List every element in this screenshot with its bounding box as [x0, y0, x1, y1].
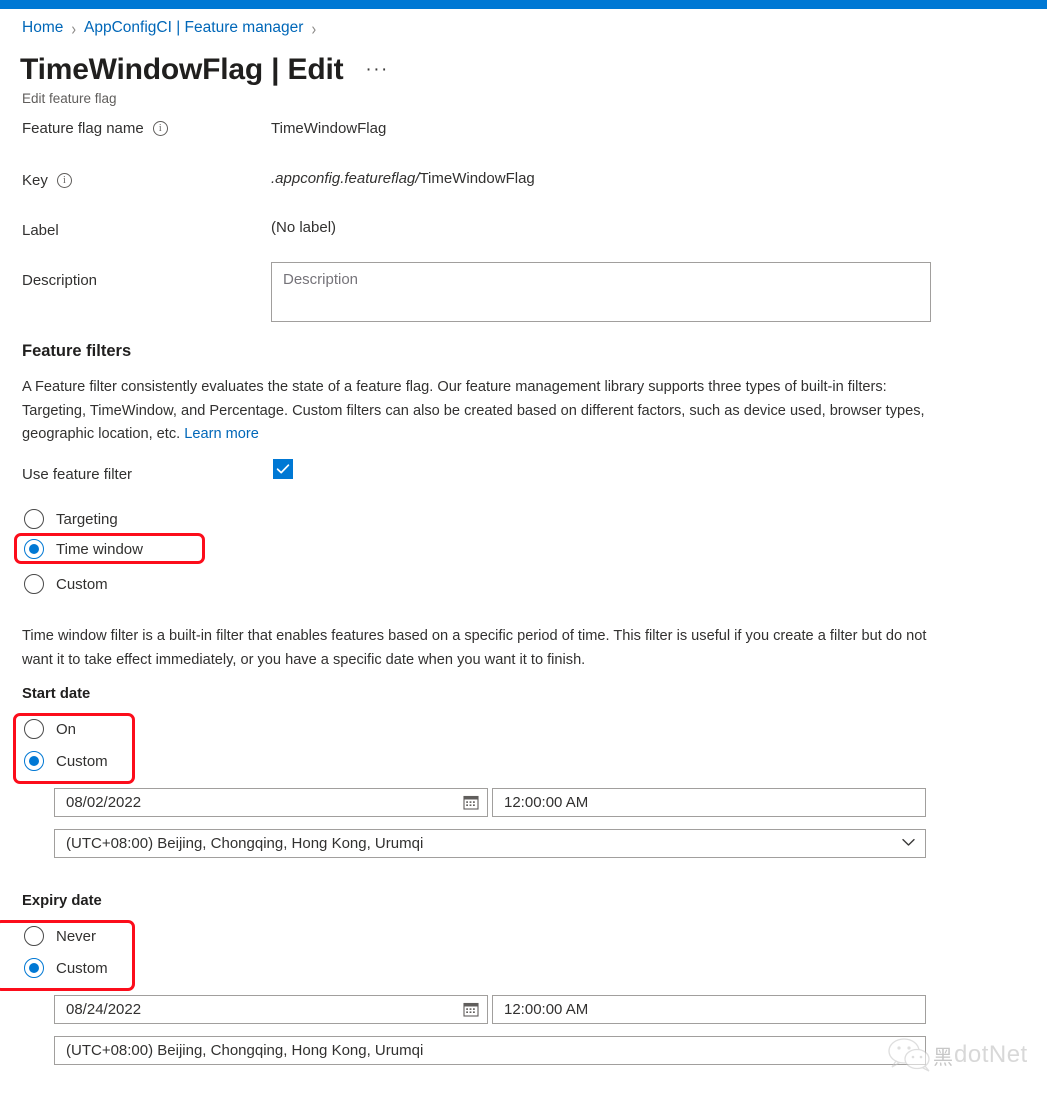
- feature-flag-name-label-text: Feature flag name: [22, 120, 144, 137]
- filter-option-custom-label: Custom: [56, 575, 108, 593]
- filter-option-custom[interactable]: Custom: [24, 571, 108, 597]
- description-label: Description: [22, 272, 97, 289]
- filter-option-targeting-label: Targeting: [56, 510, 118, 528]
- info-icon[interactable]: [152, 121, 168, 136]
- label-field-label-text: Label: [22, 222, 59, 239]
- breadcrumb: Home › AppConfigCI | Feature manager ›: [22, 18, 324, 38]
- feature-filters-heading: Feature filters: [22, 342, 132, 360]
- radio-icon-selected: [24, 958, 44, 978]
- description-input[interactable]: [271, 262, 931, 322]
- start-time-input[interactable]: [492, 788, 926, 817]
- more-options-button[interactable]: ···: [365, 60, 388, 79]
- calendar-icon[interactable]: [463, 794, 479, 810]
- radio-icon: [24, 509, 44, 529]
- start-date-input[interactable]: [54, 788, 488, 817]
- key-value-prefix: .appconfig.featureflag/: [271, 170, 420, 187]
- expiry-date-option-custom-label: Custom: [56, 959, 108, 977]
- start-date-option-custom-label: Custom: [56, 752, 108, 770]
- expiry-date-option-custom[interactable]: Custom: [24, 955, 108, 981]
- expiry-date-option-never[interactable]: Never: [24, 923, 96, 949]
- start-date-option-custom[interactable]: Custom: [24, 748, 108, 774]
- page-subtitle: Edit feature flag: [22, 91, 117, 106]
- key-value: .appconfig.featureflag/TimeWindowFlag: [271, 170, 535, 187]
- filter-option-targeting[interactable]: Targeting: [24, 506, 118, 532]
- start-date-option-on-label: On: [56, 720, 77, 738]
- key-label: Key: [22, 172, 72, 189]
- expiry-date-section-label: Expiry date: [22, 893, 102, 909]
- key-label-text: Key: [22, 172, 48, 189]
- learn-more-link[interactable]: Learn more: [184, 426, 259, 442]
- expiry-date-input[interactable]: [54, 995, 488, 1024]
- checkmark-icon: [276, 464, 290, 474]
- filter-option-time-window-label: Time window: [56, 540, 143, 558]
- radio-icon: [24, 926, 44, 946]
- filter-option-time-window[interactable]: Time window: [24, 536, 143, 562]
- expiry-time-input[interactable]: [492, 995, 926, 1024]
- label-field-label: Label: [22, 222, 59, 239]
- expiry-date-input-wrapper: [54, 995, 488, 1024]
- calendar-icon[interactable]: [463, 1001, 479, 1017]
- time-window-description: Time window filter is a built-in filter …: [22, 628, 927, 668]
- watermark-text: dotNet: [954, 1041, 1028, 1068]
- top-accent-bar: [0, 0, 1047, 9]
- start-date-section-label: Start date: [22, 686, 91, 702]
- watermark-cn-char: 黑: [933, 1046, 953, 1069]
- feature-filters-description: A Feature filter consistently evaluates …: [22, 376, 932, 447]
- description-label-text: Description: [22, 272, 98, 289]
- start-timezone-wrapper: [54, 829, 926, 858]
- expiry-timezone-wrapper: [54, 1036, 926, 1065]
- chevron-down-icon[interactable]: [902, 838, 915, 847]
- breadcrumb-item-home[interactable]: Home: [22, 18, 63, 38]
- radio-icon-selected: [24, 539, 44, 559]
- page-header: TimeWindowFlag | Edit ···: [20, 52, 389, 88]
- use-feature-filter-checkbox[interactable]: [273, 459, 293, 479]
- start-date-input-wrapper: [54, 788, 488, 817]
- radio-icon: [24, 574, 44, 594]
- use-feature-filter-label: Use feature filter: [22, 466, 133, 483]
- page-title: TimeWindowFlag | Edit: [20, 53, 344, 86]
- feature-flag-name-label: Feature flag name: [22, 120, 168, 137]
- info-icon[interactable]: [56, 173, 72, 188]
- breadcrumb-separator-icon: ›: [71, 18, 77, 38]
- expiry-date-option-never-label: Never: [56, 927, 97, 945]
- start-timezone-select[interactable]: [54, 829, 926, 858]
- feature-flag-name-value: TimeWindowFlag: [271, 120, 387, 137]
- radio-icon: [24, 719, 44, 739]
- key-value-suffix: TimeWindowFlag: [419, 170, 535, 187]
- label-field-value: (No label): [271, 219, 337, 236]
- start-date-option-on[interactable]: On: [24, 716, 76, 742]
- radio-icon-selected: [24, 751, 44, 771]
- breadcrumb-separator-icon: ›: [311, 18, 317, 38]
- breadcrumb-item-feature-manager[interactable]: AppConfigCI | Feature manager: [84, 18, 303, 38]
- feature-filters-description-text: A Feature filter consistently evaluates …: [22, 379, 925, 442]
- expiry-timezone-select[interactable]: [54, 1036, 926, 1065]
